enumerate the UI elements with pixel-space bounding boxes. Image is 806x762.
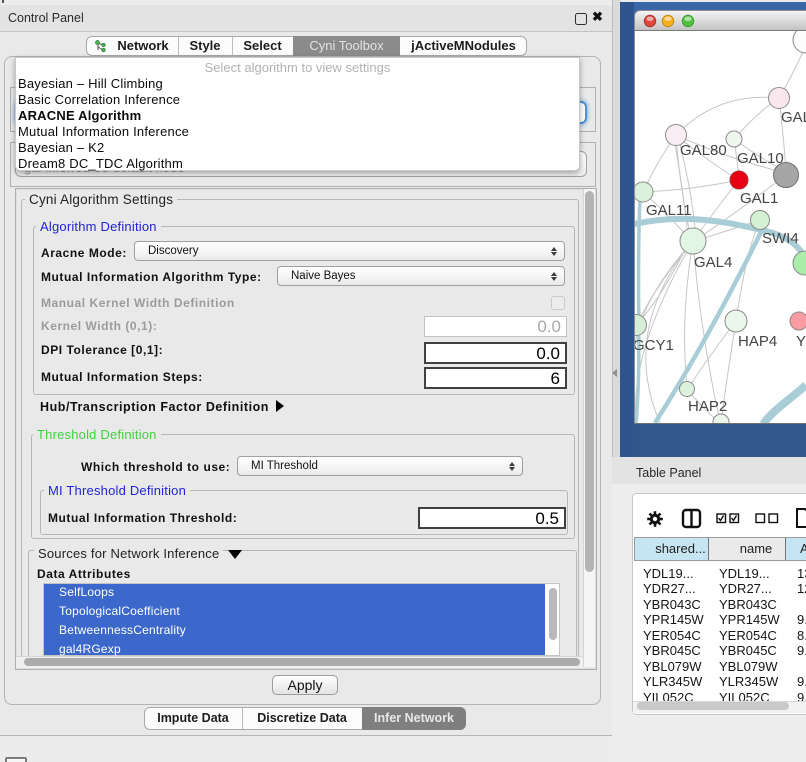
svg-text:GAL10: GAL10	[737, 150, 784, 167]
svg-text:GCY1: GCY1	[635, 337, 674, 354]
svg-text:GAL11: GAL11	[646, 202, 692, 219]
svg-text:GAL80: GAL80	[680, 142, 727, 159]
svg-text:HAP2: HAP2	[688, 398, 727, 415]
svg-text:GAL80: GAL80	[781, 109, 806, 126]
svg-text:GAL1: GAL1	[740, 190, 778, 207]
svg-text:HAP4: HAP4	[738, 333, 777, 350]
svg-text:SWI4: SWI4	[762, 230, 799, 247]
svg-text:GAL4: GAL4	[694, 254, 732, 271]
svg-text:Y: Y	[796, 333, 806, 350]
